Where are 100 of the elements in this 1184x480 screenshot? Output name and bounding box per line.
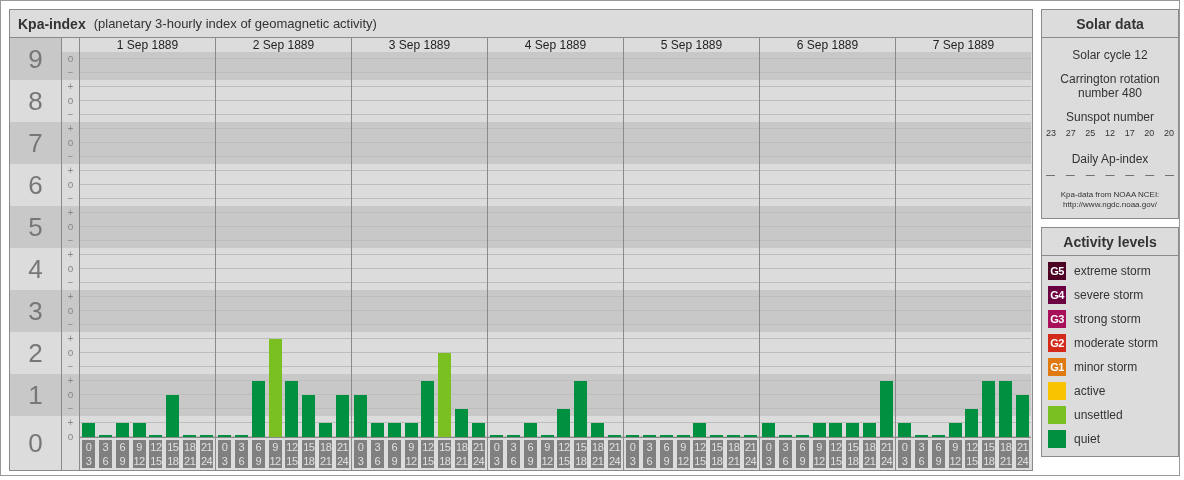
hour-label: 3 [374,440,381,454]
hour-label: 12 [949,454,961,468]
kp-sublevel-label: + [67,374,74,388]
hour-label: 15 [983,440,995,454]
ap-index-title: Daily Ap-index [1070,152,1150,166]
hour-label: 18 [864,440,876,454]
hour-label: 21 [200,440,213,454]
legend-label: active [1074,384,1106,398]
hour-label: 0 [221,440,228,454]
hour-label: 24 [1016,454,1029,468]
ap-index-value: — [1125,170,1135,180]
hour-label: 12 [541,454,553,468]
hour-label: 21 [744,440,757,454]
kp-sublevel-label: − [67,150,74,164]
legend-swatch: G1 [1048,358,1066,376]
hour-label: 3 [918,440,925,454]
hour-label: 21 [880,440,893,454]
hour-label: 24 [880,454,893,468]
hour-label: 3 [901,454,908,468]
kp-level-label: 3 [28,296,43,326]
hour-label: 15 [286,454,298,468]
day-date: 4 Sep 1889 [523,38,588,52]
hour-label: 18 [711,454,723,468]
sunspot-value: 27 [1065,128,1076,138]
hour-label: 12 [813,454,825,468]
hour-label: 21 [864,454,876,468]
hour-label: 15 [847,440,859,454]
hour-label: 18 [167,454,179,468]
kp-sublevel-label: − [67,318,74,332]
hour-label: 3 [510,440,517,454]
hour-label: 15 [575,440,587,454]
legend-label: severe storm [1074,288,1144,302]
legend-swatch: G2 [1048,334,1066,352]
hour-label: 9 [527,454,533,468]
hour-label: 15 [167,440,179,454]
hour-label: 6 [527,440,533,454]
hour-label: 15 [966,454,978,468]
kp-sublevel-label: + [67,290,74,304]
ap-index-value: — [1065,170,1075,180]
hour-label: 15 [303,440,315,454]
sunspot-value: 17 [1124,128,1135,138]
kp-sublevel-label: + [67,206,74,220]
hour-label: 3 [629,454,636,468]
hour-label: 15 [422,454,434,468]
hour-label: 21 [1000,454,1012,468]
hour-label: 24 [336,454,349,468]
day-date: 6 Sep 1889 [795,38,860,52]
kp-sublevel-label: − [67,402,74,416]
hour-label: 18 [320,440,332,454]
hour-label: 18 [456,440,468,454]
hour-label: 12 [269,454,281,468]
chart-title: Kpa-index [18,15,86,32]
hour-label: 18 [439,454,451,468]
hour-label: 0 [493,440,500,454]
hour-label: 9 [119,454,125,468]
kp-sublevel-label: + [67,164,74,178]
kp-sublevel-label: − [67,234,74,248]
hour-label: 0 [765,440,772,454]
hour-label: 3 [765,454,772,468]
hour-label: 3 [221,454,228,468]
legend-label: quiet [1074,432,1101,446]
hour-label: 6 [238,454,245,468]
hour-label: 12 [286,440,298,454]
kp-sublevel-label: o [67,262,74,276]
kp-level-label: 6 [28,170,43,200]
ap-index-value: — [1164,170,1174,180]
hour-label: 12 [422,440,434,454]
hour-label: 6 [255,440,261,454]
hour-label: 6 [374,454,381,468]
kp-sublevel-label: + [67,80,74,94]
panel-title: Solar data [1042,10,1178,38]
legend-label: strong storm [1074,312,1141,326]
sunspot-title: Sunspot number [1064,110,1156,124]
hour-label: 12 [677,454,689,468]
kp-level-label: 2 [28,338,43,368]
hour-label: 6 [935,440,941,454]
kp-sublevel-label: − [67,192,74,206]
hour-label: 12 [830,440,842,454]
hour-label: 18 [983,454,995,468]
hour-label: 9 [408,440,414,454]
kp-sublevel-label: o [67,94,74,108]
kp-level-label: 0 [28,428,43,458]
hour-label: 9 [935,454,941,468]
ap-index-value: — [1145,170,1155,180]
hour-label: 21 [608,440,621,454]
hour-label: 6 [663,440,669,454]
sunspot-value: 12 [1104,128,1115,138]
hour-label: 21 [728,454,740,468]
ap-index-value: — [1046,170,1055,180]
carrington-rotation: Carrington rotation number 480 [1059,72,1161,100]
hour-label: 21 [336,440,349,454]
hour-label: 9 [952,440,958,454]
hour-label: 3 [238,440,245,454]
hour-label: 9 [255,454,261,468]
hour-label: 9 [136,440,142,454]
solar-cycle: Solar cycle 12 [1071,48,1149,62]
source-note: Kpa-data from NOAA NCEI: [1060,190,1160,200]
legend-label: moderate storm [1074,336,1159,350]
kp-level-label: 5 [28,212,43,242]
ap-index-value: — [1105,170,1115,180]
